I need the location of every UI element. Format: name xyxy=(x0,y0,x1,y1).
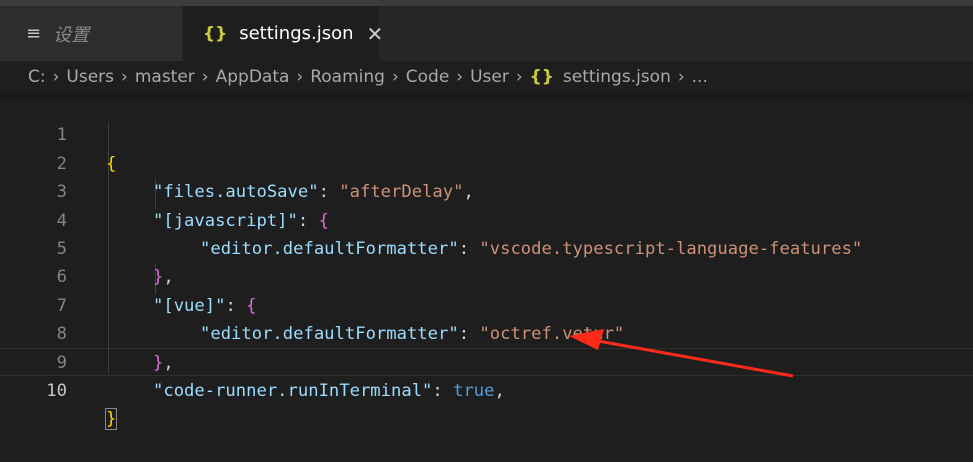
chevron-right-icon: › xyxy=(121,67,128,87)
json-file-icon: {} xyxy=(529,67,554,87)
json-file-icon: {} xyxy=(203,23,228,44)
breadcrumb-item[interactable]: Roaming xyxy=(310,67,385,87)
colon: : xyxy=(432,381,454,401)
bracket-close: } xyxy=(104,408,118,431)
code-line[interactable]: 8 }, xyxy=(0,292,973,372)
code-line[interactable]: 5 }, xyxy=(0,207,973,287)
code-line[interactable]: 7 "editor.defaultFormatter": "octref.vet… xyxy=(0,263,973,344)
chevron-right-icon: › xyxy=(677,67,685,87)
tab-label: settings.json xyxy=(239,23,354,44)
breadcrumb-item[interactable]: master xyxy=(135,67,195,87)
json-boolean-value: true xyxy=(453,381,495,401)
code-line[interactable]: 6 "[vue]": { xyxy=(0,235,973,315)
code-line[interactable]: 4 "editor.defaultFormatter": "vscode.typ… xyxy=(0,178,973,259)
editor-tab-bar: ≡ 设置 {} settings.json ✕ xyxy=(0,6,973,61)
chevron-right-icon: › xyxy=(201,67,209,87)
code-line[interactable]: 9 "code-runner.runInTerminal": true, xyxy=(0,320,973,401)
settings-list-icon: ≡ xyxy=(26,23,42,44)
breadcrumb-item[interactable]: AppData xyxy=(216,67,290,87)
chevron-right-icon: › xyxy=(391,67,399,87)
breadcrumb-item[interactable]: User xyxy=(470,67,509,87)
breadcrumb: C: › Users › master › AppData › Roaming … xyxy=(0,61,973,93)
code-line-current[interactable]: 10 } xyxy=(0,347,973,431)
chevron-right-icon: › xyxy=(52,67,60,87)
comma: , xyxy=(494,381,505,401)
editor-scroll-shadow xyxy=(0,93,973,99)
code-editor[interactable]: 1 { 2 "files.autoSave": "afterDelay", 3 … xyxy=(0,93,973,431)
tab-label: 设置 xyxy=(53,24,90,46)
code-line[interactable]: 3 "[javascript]": { xyxy=(0,150,973,230)
chevron-right-icon: › xyxy=(515,67,523,87)
breadcrumb-file[interactable]: settings.json xyxy=(563,67,671,87)
close-icon[interactable]: ✕ xyxy=(367,22,384,46)
breadcrumb-item[interactable]: Users xyxy=(66,67,114,87)
tab-settings-json[interactable]: {} settings.json ✕ xyxy=(183,6,383,61)
line-number: 10 xyxy=(46,381,67,401)
breadcrumb-item[interactable]: C: xyxy=(28,67,46,87)
json-key: "code-runner.runInTerminal" xyxy=(153,381,433,401)
breadcrumb-item[interactable]: Code xyxy=(406,67,450,87)
chevron-right-icon: › xyxy=(456,67,464,87)
code-line[interactable]: 2 "files.autoSave": "afterDelay", xyxy=(0,121,973,202)
chevron-right-icon: › xyxy=(296,67,304,87)
tab-settings-ui[interactable]: ≡ 设置 xyxy=(0,6,183,61)
breadcrumb-symbols[interactable]: ... xyxy=(692,67,708,87)
